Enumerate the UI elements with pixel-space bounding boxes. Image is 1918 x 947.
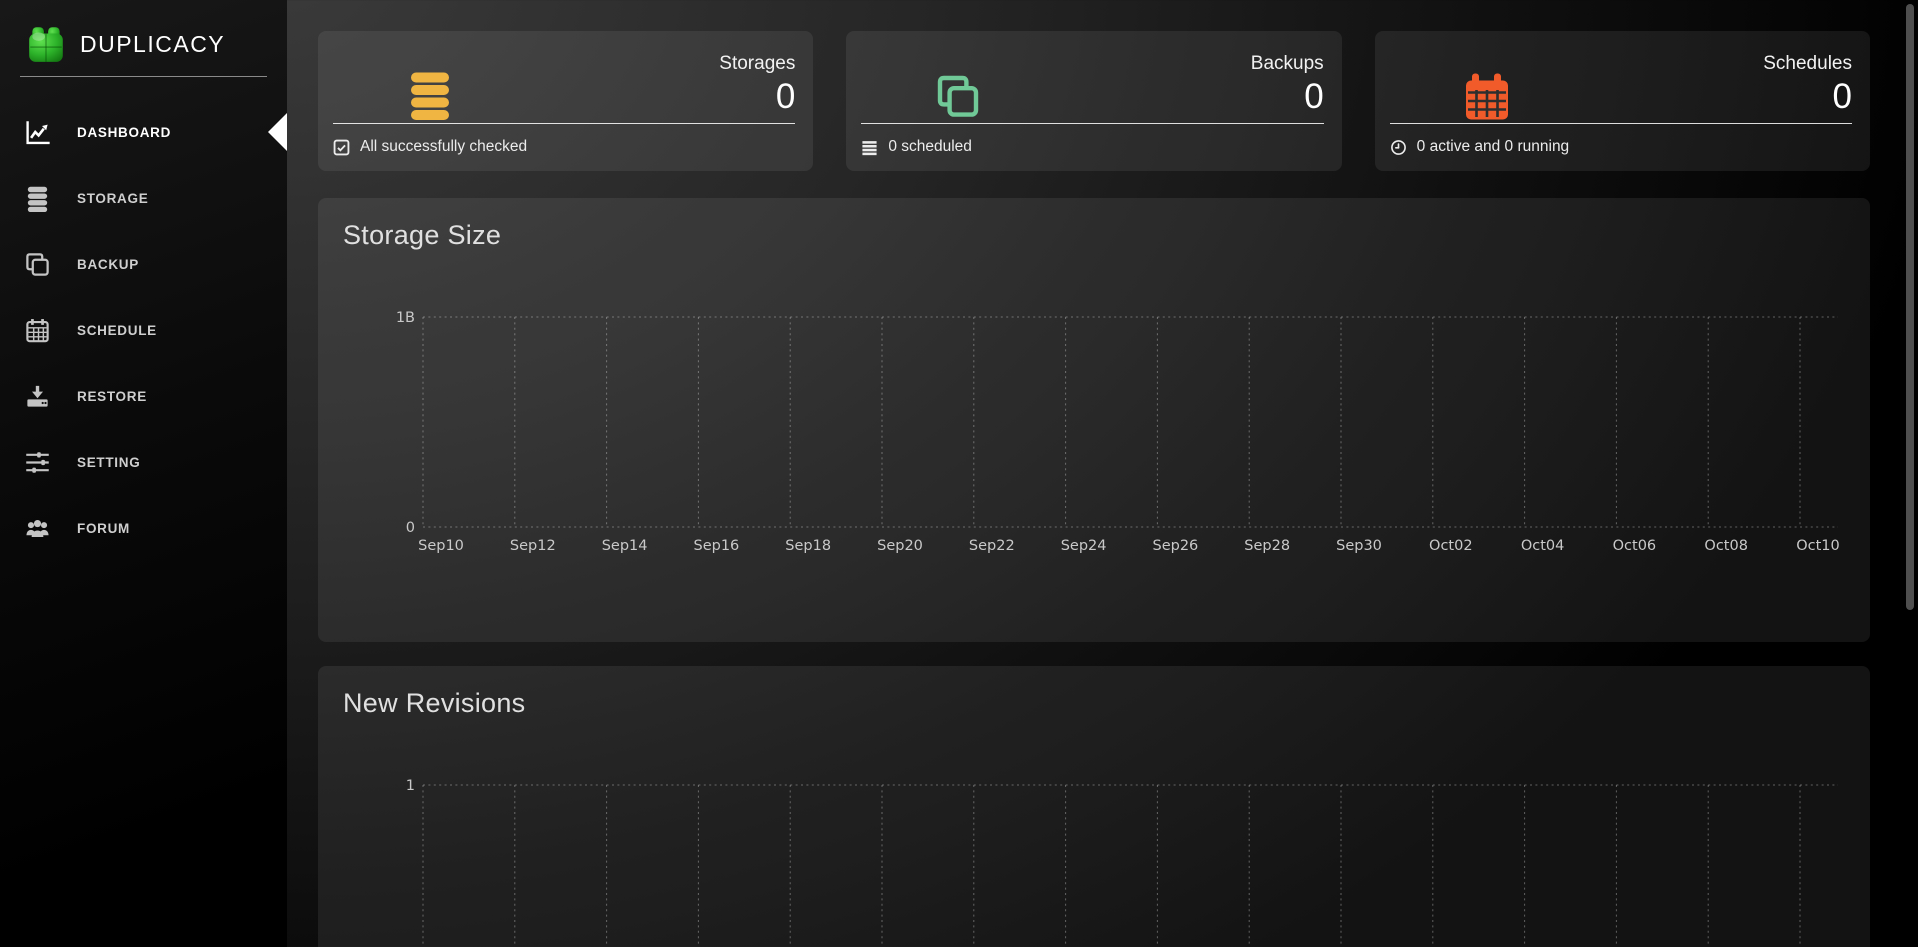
- card-divider: [333, 123, 795, 124]
- sidebar-item-label: BACKUP: [77, 257, 139, 272]
- sidebar-item-setting[interactable]: SETTING: [0, 429, 287, 495]
- svg-text:Sep10: Sep10: [418, 538, 464, 554]
- sidebar-item-dashboard[interactable]: DASHBOARD: [0, 99, 287, 165]
- sidebar-item-label: SETTING: [77, 455, 140, 470]
- logo: DUPLICACY: [0, 0, 287, 72]
- svg-text:0: 0: [406, 520, 415, 536]
- sidebar-divider: [20, 76, 267, 77]
- svg-text:Sep22: Sep22: [969, 538, 1015, 554]
- sidebar-item-label: RESTORE: [77, 389, 147, 404]
- sidebar-item-restore[interactable]: RESTORE: [0, 363, 287, 429]
- svg-text:Sep12: Sep12: [510, 538, 556, 554]
- card-footer: 0 scheduled: [861, 127, 972, 167]
- app-title: DUPLICACY: [80, 31, 225, 58]
- card-title: Backups: [1251, 53, 1324, 75]
- card-divider: [861, 123, 1323, 124]
- card-footer-text: 0 scheduled: [888, 138, 972, 156]
- clock-icon: [1390, 139, 1407, 156]
- summary-card-schedules: Schedules 0 0 active and 0 running: [1375, 31, 1870, 171]
- svg-text:Sep14: Sep14: [602, 538, 648, 554]
- sidebar-item-label: FORUM: [77, 521, 130, 536]
- vertical-scrollbar[interactable]: [1906, 4, 1914, 610]
- sidebar-item-forum[interactable]: FORUM: [0, 495, 287, 561]
- forum-users-icon: [22, 513, 52, 543]
- sidebar-item-storage[interactable]: STORAGE: [0, 165, 287, 231]
- storage-size-panel: Storage Size 01BSep10Sep12Sep14Sep16Sep1…: [318, 198, 1870, 642]
- dashboard-chart-icon: [22, 117, 52, 147]
- sidebar-item-backup[interactable]: BACKUP: [0, 231, 287, 297]
- summary-card-storages: Storages 0 All successfully checked: [318, 31, 813, 171]
- setting-sliders-icon: [22, 447, 52, 477]
- svg-text:Oct06: Oct06: [1613, 538, 1657, 554]
- svg-text:Sep18: Sep18: [785, 538, 831, 554]
- summary-cards-row: Storages 0 All successfully checked: [318, 31, 1870, 171]
- card-footer-text: All successfully checked: [360, 138, 527, 156]
- active-item-arrow: [268, 113, 287, 151]
- card-value: 0: [776, 77, 795, 117]
- svg-text:Sep28: Sep28: [1244, 538, 1290, 554]
- svg-text:1B: 1B: [396, 310, 415, 326]
- card-value: 0: [1304, 77, 1323, 117]
- duplicacy-logo-icon: [26, 23, 66, 65]
- sidebar-menu: DASHBOARD STORAGE: [0, 99, 287, 561]
- backup-copy-icon: [22, 249, 52, 279]
- svg-text:Sep24: Sep24: [1061, 538, 1107, 554]
- storage-database-icon: [22, 183, 52, 213]
- restore-download-icon: [22, 381, 52, 411]
- new-revisions-panel: New Revisions 01Sep10Sep12Sep14Sep16Sep1…: [318, 666, 1870, 947]
- card-divider: [1390, 123, 1852, 124]
- main-content: Storages 0 All successfully checked: [287, 0, 1918, 947]
- svg-text:Oct10: Oct10: [1796, 538, 1840, 554]
- sidebar-item-label: STORAGE: [77, 191, 148, 206]
- svg-text:Sep26: Sep26: [1153, 538, 1199, 554]
- svg-text:Sep16: Sep16: [694, 538, 740, 554]
- svg-text:Oct08: Oct08: [1704, 538, 1748, 554]
- card-title: Schedules: [1763, 53, 1852, 75]
- summary-card-backups: Backups 0 0 scheduled: [846, 31, 1341, 171]
- sidebar: DUPLICACY DASHBOARD: [0, 0, 287, 947]
- sidebar-item-schedule[interactable]: SCHEDULE: [0, 297, 287, 363]
- svg-text:1: 1: [406, 778, 415, 794]
- app-root: DUPLICACY DASHBOARD: [0, 0, 1918, 947]
- storage-size-chart: 0 1B Sep10 Sep12 Sep14 Sep16 Sep18 Sep20 Sep22 Se…: [318, 198, 1870, 642]
- card-title: Storages: [719, 53, 795, 75]
- sidebar-item-label: SCHEDULE: [77, 323, 157, 338]
- card-footer-text: 0 active and 0 running: [1417, 138, 1570, 156]
- new-revisions-chart: 01Sep10Sep12Sep14Sep16Sep18Sep20Sep22Sep…: [318, 666, 1870, 947]
- card-footer: 0 active and 0 running: [1390, 127, 1570, 167]
- svg-text:Oct04: Oct04: [1521, 538, 1565, 554]
- database-stack-icon: [406, 72, 454, 124]
- copy-squares-icon: [934, 72, 982, 124]
- calendar-icon: [1463, 72, 1511, 124]
- schedule-calendar-icon: [22, 315, 52, 345]
- svg-text:Oct02: Oct02: [1429, 538, 1473, 554]
- check-square-icon: [333, 139, 350, 156]
- sidebar-item-label: DASHBOARD: [77, 125, 171, 140]
- card-footer: All successfully checked: [333, 127, 527, 167]
- svg-text:Sep20: Sep20: [877, 538, 923, 554]
- card-value: 0: [1833, 77, 1852, 117]
- list-rows-icon: [861, 139, 878, 156]
- svg-text:Sep30: Sep30: [1336, 538, 1382, 554]
